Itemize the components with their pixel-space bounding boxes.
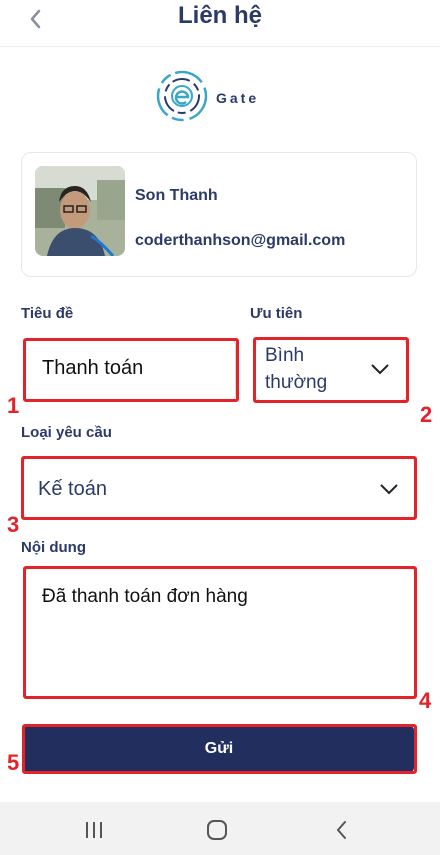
page-title: Liên hệ — [177, 2, 262, 29]
system-nav-bar — [0, 802, 440, 855]
annotation-4: 4 — [419, 688, 432, 713]
home-icon[interactable] — [205, 818, 229, 842]
user-name: Son Thanh — [135, 187, 218, 204]
recent-apps-icon[interactable] — [82, 818, 106, 842]
content-value: Đã thanh toán đơn hàng — [42, 586, 248, 607]
annotation-3: 3 — [7, 512, 20, 537]
user-email: coderthanhson@gmail.com — [135, 232, 346, 249]
priority-value-line2: thường — [265, 372, 328, 393]
app-header: Liên hệ — [0, 0, 440, 47]
type-value: Kế toán — [38, 478, 107, 500]
chevron-down-icon[interactable] — [378, 482, 400, 496]
highlight-box-5 — [22, 724, 417, 774]
annotation-5: 5 — [7, 750, 20, 775]
chevron-down-icon[interactable] — [369, 362, 391, 376]
priority-label: Ưu tiên — [250, 305, 303, 322]
user-card: Son Thanh coderthanhson@gmail.com — [21, 152, 417, 277]
priority-value-line1: Bình — [265, 345, 305, 366]
subject-value: Thanh toán — [42, 357, 144, 379]
subject-label: Tiêu đề — [21, 305, 74, 322]
type-label: Loại yêu cầu — [21, 424, 112, 441]
logo-text: Gate — [216, 90, 260, 106]
avatar — [35, 166, 125, 256]
content-label: Nội dung — [21, 539, 86, 556]
back-icon[interactable] — [330, 818, 354, 842]
annotation-1: 1 — [7, 393, 20, 418]
annotation-2: 2 — [420, 402, 433, 427]
